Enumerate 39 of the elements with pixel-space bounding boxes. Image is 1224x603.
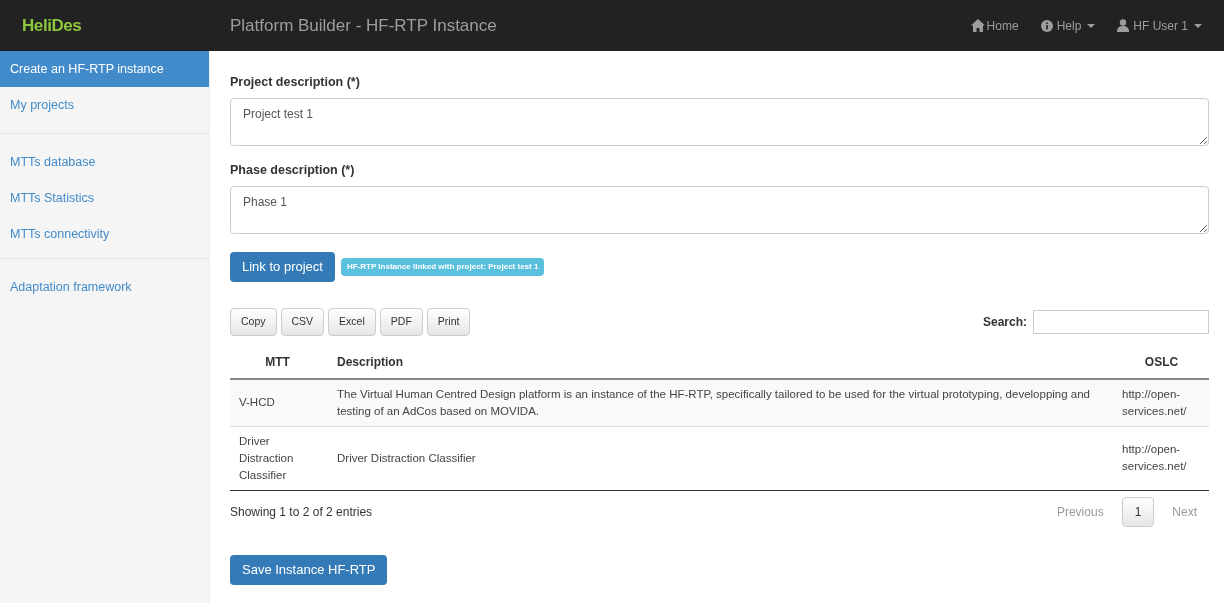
search-label: Search: — [982, 313, 1027, 331]
export-button[interactable]: Copy — [230, 307, 277, 336]
save-button[interactable]: Save Instance HF-RTP — [230, 554, 388, 585]
column-header: OSLC — [1114, 345, 1209, 379]
export-button[interactable]: PDF — [379, 307, 423, 336]
search-field[interactable] — [1033, 309, 1209, 334]
sidebar-item[interactable]: MTTs Statistics — [0, 180, 209, 216]
table-cell: The Virtual Human Centred Design platform is an instance of the HF-RTP, specifically tailored to be used for the virtual prototyping, developping and testing of an AdCos based on MOVIDA. — [325, 378, 1114, 426]
sidebar-item[interactable]: Create an HF-RTP instance — [0, 51, 209, 87]
home-icon — [970, 19, 985, 32]
field-label: Project description (*) — [230, 74, 361, 91]
page-button[interactable]: 1 — [1121, 496, 1155, 527]
status-badge: HF-RTP Instance linked with project: Project test 1 — [340, 257, 545, 276]
sidebar-item[interactable]: My projects — [0, 87, 209, 123]
table-cell: http://open-services.net/ — [1114, 378, 1209, 426]
table-cell: V-HCD — [230, 378, 325, 426]
page-title: Platform Builder - HF-RTP Instance — [230, 14, 498, 37]
sidebar-item[interactable]: MTTs database — [0, 144, 209, 180]
field-label: Phase description (*) — [230, 161, 356, 179]
column-header: MTT — [230, 345, 325, 379]
table-cell: Driver Distraction Classifier — [230, 426, 325, 490]
table-info: Showing 1 to 2 of 2 entries — [230, 503, 374, 521]
nav-link[interactable]: HF User 1 — [1117, 16, 1202, 35]
table-cell: http://open-services.net/ — [1114, 426, 1209, 490]
export-button[interactable]: CSV — [280, 307, 325, 336]
sidebar-item[interactable]: MTTs connectivity — [0, 216, 209, 252]
column-header: Description — [325, 345, 1114, 379]
table-cell: Driver Distraction Classifier — [325, 426, 1114, 490]
description-field[interactable]: Project test 1 — [230, 97, 1209, 146]
export-button[interactable]: Excel — [328, 307, 376, 336]
nav-link[interactable]: Help — [1040, 16, 1096, 35]
sidebar-item[interactable]: Adaptation framework — [0, 269, 209, 305]
user-icon — [1117, 19, 1130, 32]
description-field[interactable]: Phase 1 — [230, 185, 1209, 234]
nav-link[interactable]: Home — [970, 16, 1019, 35]
brand-logo[interactable]: HeliDes — [0, 12, 210, 39]
link-to-project-button[interactable]: Link to project — [230, 251, 335, 282]
export-button[interactable]: Print — [426, 307, 471, 336]
info-icon — [1040, 19, 1053, 32]
